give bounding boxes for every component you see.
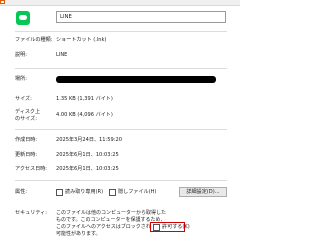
accessed-value: 2025年6月1日、10:03:25 [56,166,119,172]
created-value: 2025年3月24日、11:59:20 [56,137,122,143]
allow-checkbox-label[interactable]: 許可する(K) [162,224,190,231]
separator [15,68,227,69]
description-value: LINE [56,52,68,58]
line-app-icon [16,11,30,25]
tab-strip [0,0,240,6]
modified-value: 2025年6月1日、10:03:25 [56,152,119,158]
tab-fragment[interactable] [25,0,31,4]
security-message-line: このファイルは他のコンピューターから取得した [56,210,167,216]
tab-fragment[interactable] [60,0,66,4]
file-name-field[interactable]: LINE [56,11,226,23]
attributes-label: 属性: [15,189,27,195]
allow-highlight[interactable]: 許可する(K) [150,222,190,232]
separator [15,31,227,32]
readonly-checkbox-label[interactable]: 読み取り専用(R) [65,189,103,196]
file-type-label: ファイルの種類: [15,37,53,43]
security-message-line: このファイルへのアクセスはブロックされる [56,224,156,230]
description-label: 説明: [15,52,27,58]
active-tab-marker[interactable] [0,0,5,4]
created-label: 作成日時: [15,137,38,143]
separator [15,129,227,130]
allow-checkbox[interactable] [153,224,160,231]
readonly-checkbox[interactable] [56,189,63,196]
security-label: セキュリティ: [15,210,47,216]
hidden-checkbox-label[interactable]: 隠しファイル(H) [118,189,156,196]
tab-fragment[interactable] [97,0,103,4]
disk-size-value: 4.00 KB (4,096 バイト) [56,112,113,118]
location-label: 場所: [15,76,27,82]
size-value: 1.35 KB (1,391 バイト) [56,96,113,102]
modified-label: 更新日時: [15,152,38,158]
security-message: このファイルは他のコンピューターから取得した ものです。このコンピューターを保護… [56,210,167,238]
separator [15,180,227,181]
security-message-line: ものです。このコンピューターを保護するため、 [56,217,166,223]
size-label: サイズ: [15,96,32,102]
redacted-location [56,76,216,83]
file-type-value: ショートカット (.lnk) [56,37,107,43]
hidden-checkbox[interactable] [109,189,116,196]
disk-size-label-line2: のサイズ: [15,116,37,122]
advanced-button[interactable]: 詳細設定(D)... [179,187,227,197]
disk-size-label-line1: ディスク上 [15,109,41,115]
accessed-label: アクセス日時: [15,166,48,172]
security-message-line: 可能性があります。 [56,231,101,237]
